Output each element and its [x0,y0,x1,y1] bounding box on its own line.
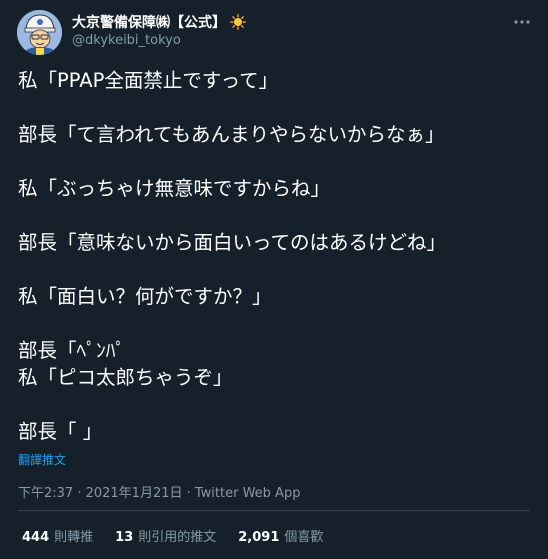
divider [18,510,530,511]
tweet-timestamp[interactable]: 下午2:37 · 2021年1月21日 · Twitter Web App [18,482,300,501]
tweet-card: 大京警備保障㈱【公式】 @dkykeibi_tokyo 私「PPAP全面禁止です… [0,0,548,559]
translate-tweet-link[interactable]: 翻譯推文 [18,451,66,468]
like-count-label: 個喜歡 [284,530,324,545]
avatar-illustration [17,10,62,55]
tweet-line: 部長「意味ないから面白いってのはあるけどね」 [18,231,447,254]
retweet-count[interactable]: 444 則轉推 [22,526,93,545]
tweet-line: 私「面白い？何がですか？」 [18,285,272,308]
tweet-line: 部長「 」 [18,419,103,443]
engagement-stats: 444 則轉推 13 則引用的推文 2,091 個喜歡 [22,526,323,545]
quote-count[interactable]: 13 則引用的推文 [115,526,216,545]
quote-count-number: 13 [115,530,134,545]
author-display-name[interactable]: 大京警備保障㈱【公式】 [72,12,226,32]
more-options-icon[interactable] [512,12,532,32]
quote-count-label: 則引用的推文 [138,530,217,545]
tweet-line: 部長「ﾍﾟﾝﾊﾟ [18,339,126,362]
author-name-line[interactable]: 大京警備保障㈱【公式】 [72,12,246,32]
retweet-count-number: 444 [22,530,50,545]
tweet-line: 部長「て言われてもあんまりやらないからなぁ」 [18,123,445,146]
like-count[interactable]: 2,091 個喜歡 [238,526,323,545]
tweet-line: 私「ぶっちゃけ無意味ですからね」 [18,177,331,200]
like-count-number: 2,091 [238,530,280,545]
tweet-line: 私「ピコ太郎ちゃうぞ」 [18,365,233,389]
author-handle[interactable]: @dkykeibi_tokyo [72,33,181,48]
tweet-line: 私「PPAP全面禁止ですって」 [18,69,279,92]
retweet-count-label: 則轉推 [54,530,94,545]
tweet-text: 私「PPAP全面禁止ですって」 部長「て言われてもあんまりやらないからなぁ」 私… [18,68,533,445]
avatar[interactable] [17,10,62,55]
sun-icon [230,14,246,30]
